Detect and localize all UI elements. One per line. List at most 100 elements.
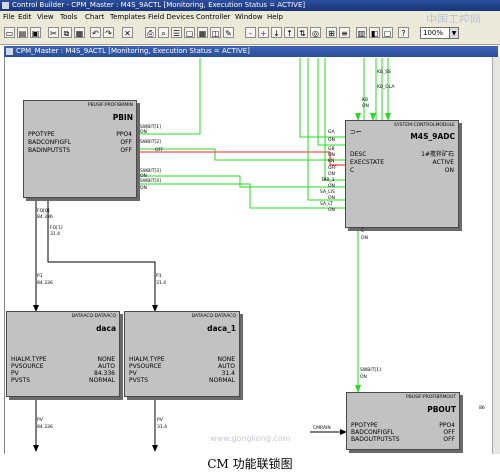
wire-value: ON bbox=[328, 196, 335, 201]
redo-icon[interactable]: ↷ bbox=[103, 27, 114, 38]
wire-label: BIR_1 bbox=[322, 178, 335, 183]
undo-icon[interactable]: ↶ bbox=[90, 27, 101, 38]
param-row: PV 31.4 bbox=[129, 370, 235, 377]
wire-label: KB bbox=[362, 98, 369, 103]
menu-tools[interactable]: Tools bbox=[60, 11, 77, 23]
wire-value: ON bbox=[362, 104, 369, 109]
wrap-icon[interactable]: ⇅ bbox=[297, 27, 308, 38]
wire-label: GA bbox=[328, 130, 335, 135]
print-icon[interactable]: ⎙ bbox=[145, 27, 156, 38]
save-icon[interactable]: ▣ bbox=[30, 27, 41, 38]
figure-caption: CM 功能联锁图 bbox=[207, 457, 293, 471]
vertical-scrollbar[interactable] bbox=[492, 57, 500, 454]
table-icon[interactable]: ⊞ bbox=[326, 27, 337, 38]
block-name: PBOUT bbox=[427, 405, 456, 414]
open-icon[interactable]: ▤ bbox=[17, 27, 28, 38]
copy-icon[interactable]: ⧉ bbox=[61, 27, 72, 38]
chart-window-icon bbox=[6, 48, 13, 55]
block-type: DATAACQ:DATAACQ bbox=[191, 314, 236, 319]
menu-edit[interactable]: Edit bbox=[18, 11, 32, 23]
param-row: BADCONFIGFL OFF bbox=[28, 139, 132, 146]
param-row: PVSTS NORMAL bbox=[129, 377, 235, 384]
param-row: DESC 1#搅拌矿石 bbox=[350, 151, 454, 158]
wire-value: ON bbox=[328, 208, 335, 213]
wire-value: ON bbox=[328, 153, 335, 158]
paste-icon[interactable]: ▦ bbox=[74, 27, 85, 38]
param-row: BADCONFIGFL OFF bbox=[351, 429, 455, 436]
wire-value: ON bbox=[360, 375, 367, 380]
wire-value: OFF bbox=[328, 166, 337, 171]
wire-label: FO[1] bbox=[50, 226, 63, 231]
wire-label: KN bbox=[328, 159, 335, 164]
properties-icon[interactable]: ☰ bbox=[171, 27, 182, 38]
pen-icon[interactable]: ✎ bbox=[223, 27, 234, 38]
wire-value: ON bbox=[140, 130, 147, 135]
wire-label: P1 bbox=[37, 274, 43, 279]
arrow-up-icon[interactable]: ↑ bbox=[284, 27, 295, 38]
chevron-down-icon[interactable]: ▼ bbox=[449, 27, 459, 39]
layout-icon[interactable]: ▥ bbox=[356, 27, 367, 38]
wire-value: 31.4 bbox=[50, 232, 61, 237]
wire-label: PV bbox=[157, 418, 163, 423]
system-control-module-block[interactable]: ⊃⌐ SYSTEM:CONTROLMODULE M4S_9ADC DESC 1#搅… bbox=[345, 120, 459, 228]
wire-label: GB bbox=[328, 147, 335, 152]
monitor-icon[interactable]: ▢ bbox=[184, 27, 195, 38]
plus-icon[interactable]: + bbox=[258, 27, 269, 38]
wire-value: 31.4 bbox=[156, 281, 167, 286]
window-title: Control Builder - CPM_Master : M4S_9ACTL… bbox=[12, 1, 306, 9]
minus-icon[interactable]: – bbox=[245, 27, 256, 38]
menu-help[interactable]: Help bbox=[267, 11, 283, 23]
wire-label: KB_SS bbox=[377, 70, 392, 75]
grid-icon[interactable]: ▦ bbox=[197, 27, 208, 38]
app-icon bbox=[2, 2, 9, 9]
param-row: C ON bbox=[350, 167, 454, 174]
block-name: PBIN bbox=[112, 113, 133, 122]
wire-label: SWBIT[4] bbox=[140, 179, 161, 184]
wire-label: SWBIT[2] bbox=[140, 140, 161, 145]
menu-view[interactable]: View bbox=[37, 11, 54, 23]
chart-icon[interactable]: ◫ bbox=[210, 27, 221, 38]
menu-chart[interactable]: Chart bbox=[85, 11, 104, 23]
block-type: SYSTEM:CONTROLMODULE bbox=[394, 123, 455, 128]
window-icon[interactable]: ▢ bbox=[382, 27, 393, 38]
param-row: PV 84.336 bbox=[11, 370, 115, 377]
wire-label: C bbox=[361, 229, 365, 234]
cut-icon[interactable]: ✂ bbox=[48, 27, 59, 38]
target-icon[interactable]: ◎ bbox=[310, 27, 321, 38]
wire-value: 84.336 bbox=[37, 281, 53, 286]
menu-file[interactable]: File bbox=[3, 11, 15, 23]
toolbar: ▭ ▤ ▣ ✂ ⧉ ▦ ↶ ↷ ✕ ⎙ ⌕ ☰ ▢ ▦ ◫ ✎ – + ↓ ↑ … bbox=[0, 23, 500, 45]
wire-value: 31.4 bbox=[157, 425, 168, 430]
param-row: EXECSTATE ACTIVE bbox=[350, 159, 454, 166]
split-icon[interactable]: ◧ bbox=[369, 27, 380, 38]
param-row: BADOUTPUTSTS OFF bbox=[351, 436, 455, 443]
param-row: PVSOURCE AUTO bbox=[129, 363, 235, 370]
find-icon[interactable]: ⌕ bbox=[158, 27, 169, 38]
menu-templates[interactable]: Templates bbox=[110, 11, 146, 23]
param-row: PPOTYPE PPO4 bbox=[351, 422, 455, 429]
list-icon[interactable]: ≡ bbox=[339, 27, 350, 38]
menu-controller[interactable]: Controller bbox=[196, 11, 230, 23]
daca-1-block[interactable]: DATAACQ:DATAACQ daca_1 HIALM.TYPE NONE PV… bbox=[124, 311, 240, 397]
wire-value: ON bbox=[140, 186, 147, 191]
wire-value: ON bbox=[328, 184, 335, 189]
delete-icon[interactable]: ✕ bbox=[122, 27, 133, 38]
param-row: PVSOURCE AUTO bbox=[11, 363, 115, 370]
wire-label: KB_GLA bbox=[377, 85, 395, 90]
wire-label: CMRAIN bbox=[313, 426, 331, 431]
param-row: PVSTS NORMAL bbox=[11, 377, 115, 384]
window-title-bar: Control Builder - CPM_Master : M4S_9ACTL… bbox=[0, 0, 500, 11]
chart-window-title: CPM_Master : M4S_9ACTL [Monitoring, Exec… bbox=[16, 47, 250, 55]
menu-field-devices[interactable]: Field Devices bbox=[148, 11, 194, 23]
pbin-block[interactable]: PBUSIF:PROFIBRMIN PBIN PPOTYPE PPO4 BADCO… bbox=[23, 100, 137, 198]
menu-window[interactable]: Window bbox=[235, 11, 263, 23]
block-type: PBUSIF:PROFIBRMOUT bbox=[405, 395, 456, 400]
site-watermark: www.gongkong.com bbox=[210, 434, 291, 443]
daca-block[interactable]: DATAACQ:DATAACQ daca HIALM.TYPE NONE PVSO… bbox=[6, 311, 120, 397]
wire-value: 84.336 bbox=[37, 425, 53, 430]
wire-label: PV bbox=[37, 418, 43, 423]
arrow-down-icon[interactable]: ↓ bbox=[271, 27, 282, 38]
new-icon[interactable]: ▭ bbox=[4, 27, 15, 38]
pbout-block[interactable]: PBUSIF:PROFIBRMOUT PBOUT PPOTYPE PPO4 BAD… bbox=[346, 392, 460, 450]
help-icon[interactable]: ? bbox=[398, 27, 409, 38]
